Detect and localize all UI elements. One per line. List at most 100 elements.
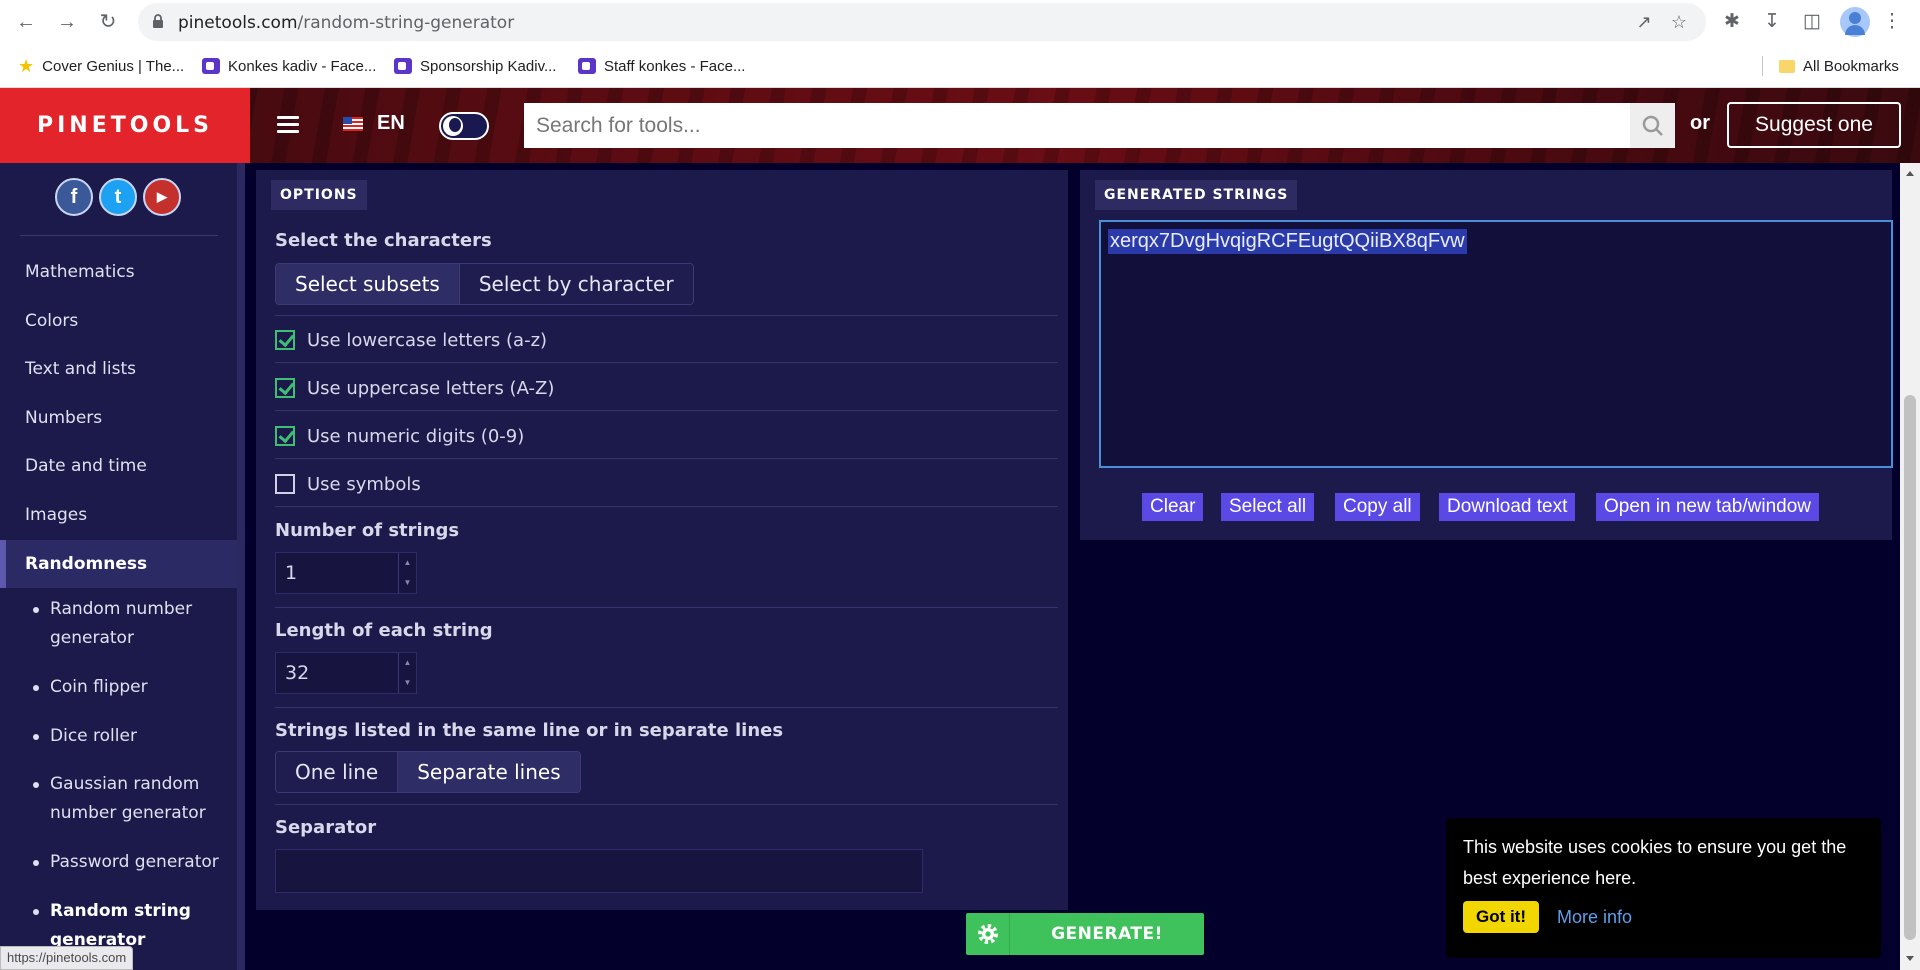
length-label: Length of each string — [275, 620, 493, 641]
sidebar-subitem-dice-roller[interactable]: Dice roller — [33, 722, 225, 751]
all-bookmarks[interactable]: All Bookmarks — [1779, 56, 1899, 76]
sidebar-subitem-coin-flipper[interactable]: Coin flipper — [33, 673, 225, 702]
open-new-tab-button[interactable]: Open in new tab/window — [1596, 493, 1820, 521]
uppercase-checkbox[interactable] — [275, 378, 295, 398]
scroll-up-icon[interactable] — [1906, 171, 1914, 176]
logo-text: PINETOOLS — [36, 113, 214, 138]
profile-avatar[interactable] — [1840, 7, 1870, 37]
length-stepper: ▲▼ — [275, 652, 417, 694]
sidebar-item-images[interactable]: Images — [25, 505, 87, 525]
twitter-glyph: t — [114, 185, 122, 208]
side-panel-icon[interactable]: ◫ — [1800, 10, 1824, 34]
one-line-button[interactable]: One line — [276, 752, 398, 792]
sidebar-divider — [20, 235, 218, 236]
number-of-strings-input[interactable] — [276, 553, 396, 593]
symbols-checkbox[interactable] — [275, 474, 295, 494]
dark-mode-toggle[interactable] — [439, 112, 489, 140]
moon-icon — [443, 116, 463, 136]
language-selector[interactable]: EN — [377, 112, 405, 135]
back-icon[interactable]: ← — [12, 8, 40, 36]
site-logo[interactable]: PINETOOLS — [0, 88, 250, 163]
separator-label: Separator — [275, 817, 377, 838]
generate-label: GENERATE! — [1051, 924, 1163, 944]
number-of-strings-label: Number of strings — [275, 520, 460, 541]
select-all-button[interactable]: Select all — [1221, 493, 1315, 521]
page-scrollbar[interactable] — [1900, 163, 1920, 970]
digits-option[interactable]: Use numeric digits (0-9) — [275, 424, 524, 448]
generated-strings-textarea[interactable]: xerqx7DvgHvqigRCFEugtQQiiBX8qFvw — [1099, 220, 1893, 468]
extensions-icon[interactable]: ✱ — [1720, 10, 1744, 34]
spin-down-icon[interactable]: ▼ — [399, 573, 416, 593]
hamburger-menu-icon[interactable] — [277, 116, 299, 134]
menu-dots-icon[interactable]: ⋮ — [1880, 10, 1904, 34]
lowercase-option[interactable]: Use lowercase letters (a-z) — [275, 328, 547, 352]
divider — [275, 362, 1058, 363]
all-bookmarks-label: All Bookmarks — [1803, 57, 1899, 75]
separate-lines-button[interactable]: Separate lines — [397, 752, 580, 792]
star-icon: ★ — [18, 55, 35, 76]
bookmark-konkes-kadiv[interactable]: Konkes kadiv - Face... — [202, 56, 376, 76]
sidebar-subitem-random-number-generator[interactable]: Random number generator — [33, 595, 225, 653]
sidebar-scrollbar[interactable] — [237, 163, 245, 970]
uppercase-option[interactable]: Use uppercase letters (A-Z) — [275, 376, 554, 400]
symbols-option[interactable]: Use symbols — [275, 472, 421, 496]
address-bar[interactable]: pinetools.com/random-string-generator ↗ … — [138, 3, 1706, 41]
spin-down-icon[interactable]: ▼ — [399, 673, 416, 693]
separator-input[interactable] — [275, 849, 923, 893]
video-icon — [202, 58, 220, 74]
divider — [275, 607, 1058, 608]
suggest-button[interactable]: Suggest one — [1727, 102, 1901, 148]
bookmark-star-icon[interactable]: ☆ — [1669, 12, 1689, 32]
scroll-down-icon[interactable] — [1906, 956, 1914, 961]
bookmarks-divider — [1762, 56, 1763, 76]
bookmark-cover-genius[interactable]: ★ Cover Genius | The... — [18, 56, 184, 76]
lowercase-checkbox[interactable] — [275, 330, 295, 350]
sidebar-item-numbers[interactable]: Numbers — [25, 408, 102, 428]
twitter-icon[interactable]: t — [99, 178, 137, 216]
divider — [275, 707, 1058, 708]
video-icon — [578, 58, 596, 74]
lowercase-label: Use lowercase letters (a-z) — [307, 329, 548, 351]
clear-button[interactable]: Clear — [1142, 493, 1204, 521]
forward-icon[interactable]: → — [53, 8, 81, 36]
share-icon[interactable]: ↗ — [1634, 12, 1654, 32]
length-spinner[interactable]: ▲ ▼ — [398, 653, 416, 693]
sidebar-item-text-and-lists[interactable]: Text and lists — [25, 359, 136, 379]
sidebar-item-mathematics[interactable]: Mathematics — [25, 262, 135, 282]
download-text-button[interactable]: Download text — [1439, 493, 1576, 521]
facebook-icon[interactable]: f — [55, 178, 93, 216]
spin-up-icon[interactable]: ▲ — [399, 653, 416, 673]
download-icon[interactable]: ↧ — [1760, 10, 1784, 34]
bookmark-staff-konkes[interactable]: Staff konkes - Face... — [578, 56, 745, 76]
sidebar-item-randomness[interactable]: Randomness — [0, 540, 237, 588]
sidebar-item-date-and-time[interactable]: Date and time — [25, 456, 147, 476]
youtube-icon[interactable]: ▶ — [143, 178, 181, 216]
divider — [275, 315, 1058, 316]
us-flag-icon[interactable] — [343, 117, 363, 131]
generate-button[interactable]: GENERATE! — [966, 913, 1204, 955]
bookmark-label: Cover Genius | The... — [42, 57, 185, 75]
copy-all-button[interactable]: Copy all — [1335, 493, 1420, 521]
bookmark-sponsorship-kadiv[interactable]: Sponsorship Kadiv... — [394, 56, 556, 76]
select-subsets-button[interactable]: Select subsets — [276, 264, 459, 304]
bookmark-label: Konkes kadiv - Face... — [228, 57, 377, 75]
search-button[interactable] — [1630, 103, 1675, 148]
sidebar-item-label: Randomness — [25, 554, 148, 574]
options-title: OPTIONS — [271, 180, 367, 210]
cookie-more-info-link[interactable]: More info — [1557, 907, 1632, 928]
number-spinner[interactable]: ▲ ▼ — [398, 553, 416, 593]
sidebar-item-colors[interactable]: Colors — [25, 311, 78, 331]
digits-checkbox[interactable] — [275, 426, 295, 446]
cookie-accept-button[interactable]: Got it! — [1463, 901, 1539, 933]
url-text: pinetools.com/random-string-generator — [178, 13, 514, 33]
reload-icon[interactable]: ↻ — [94, 8, 122, 36]
select-by-character-button[interactable]: Select by character — [458, 264, 693, 304]
divider — [275, 506, 1058, 507]
spin-up-icon[interactable]: ▲ — [399, 553, 416, 573]
tool-search-input[interactable] — [524, 103, 1630, 148]
scrollbar-thumb[interactable] — [1904, 395, 1916, 940]
gear-icon — [966, 913, 1010, 955]
sidebar-subitem-gaussian-random-number-generator[interactable]: Gaussian random number generator — [33, 770, 225, 828]
length-input[interactable] — [276, 653, 396, 693]
sidebar-subitem-password-generator[interactable]: Password generator — [33, 848, 225, 877]
